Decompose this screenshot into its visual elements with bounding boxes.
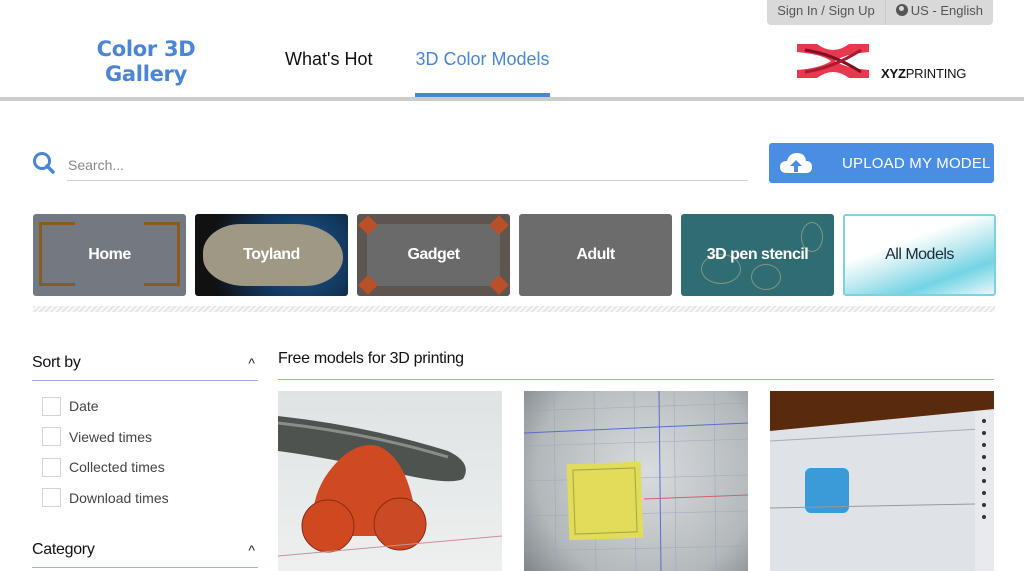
search-input[interactable] [67,149,748,181]
sort-option-date[interactable]: Date [42,391,258,422]
checkbox[interactable] [42,427,61,447]
section-title: Free models for 3D printing [278,345,994,380]
sort-by-title: Sort by [32,353,81,371]
option-label: Download times [69,489,169,506]
doodle-decoration [751,264,781,290]
option-label: Collected times [69,459,165,476]
category-title: Category [32,540,95,558]
chevron-up-icon[interactable]: ^ [248,542,255,558]
bracket-decoration [39,222,75,286]
model-thumbnail-tablet [770,391,994,571]
category-header[interactable]: Category ^ [32,532,258,568]
xyz-printing-text: XYZPRINTING [881,66,967,81]
xyz-helix-icon [797,44,869,78]
main-nav: What's Hot 3D Color Models [285,47,550,97]
sort-option-viewed[interactable]: Viewed times [42,422,258,453]
model-card[interactable] [278,391,502,571]
model-thumbnail-car [278,416,502,557]
site-logo[interactable]: Color 3D Gallery [95,37,197,87]
upload-button-label: UPLOAD MY MODEL [842,154,991,172]
sort-option-download[interactable]: Download times [42,483,258,514]
sort-option-collected[interactable]: Collected times [42,452,258,483]
search-bar [32,145,748,183]
model-card[interactable] [770,391,994,571]
model-card[interactable] [524,391,748,571]
model-thumbnail-square [524,391,748,571]
category-tiles: Home Toyland Gadget Adult 3D pen stencil… [33,214,996,296]
category-label: All Models [885,246,954,263]
sort-by-header[interactable]: Sort by ^ [32,345,258,381]
model-grid [278,391,994,571]
checkbox[interactable] [42,457,61,477]
site-header: Color 3D Gallery What's Hot 3D Color Mod… [0,0,1024,101]
upload-my-model-button[interactable]: UPLOAD MY MODEL [769,143,994,183]
category-label: Home [88,246,131,263]
logo-line-2: Gallery [105,62,187,86]
xyz-printing-logo[interactable]: XYZPRINTING [795,40,966,82]
category-home[interactable]: Home [33,214,186,296]
category-label: Adult [576,246,615,263]
category-label: 3D pen stencil [706,246,809,263]
nav-3d-color-models[interactable]: 3D Color Models [415,47,550,97]
category-all-models[interactable]: All Models [843,214,996,296]
option-label: Date [69,398,99,415]
checkbox[interactable] [42,396,61,416]
sort-options: Date Viewed times Collected times Downlo… [32,381,258,513]
bracket-decoration [144,222,180,286]
category-toyland[interactable]: Toyland [195,214,348,296]
logo-line-1: Color 3D [96,37,196,61]
chevron-up-icon[interactable]: ^ [248,355,255,371]
category-label: Toyland [243,246,300,263]
filter-sidebar: Sort by ^ Date Viewed times Collected ti… [32,345,258,568]
cloud-upload-icon [780,153,812,173]
category-adult[interactable]: Adult [519,214,672,296]
checkbox[interactable] [42,488,61,508]
option-label: Viewed times [69,428,153,445]
category-3d-pen-stencil[interactable]: 3D pen stencil [681,214,834,296]
category-gadget[interactable]: Gadget [357,214,510,296]
search-icon[interactable] [32,151,56,175]
category-label: Gadget [407,246,460,263]
striped-divider [33,306,995,312]
models-section: Free models for 3D printing [278,345,994,571]
nav-whats-hot[interactable]: What's Hot [285,47,372,97]
